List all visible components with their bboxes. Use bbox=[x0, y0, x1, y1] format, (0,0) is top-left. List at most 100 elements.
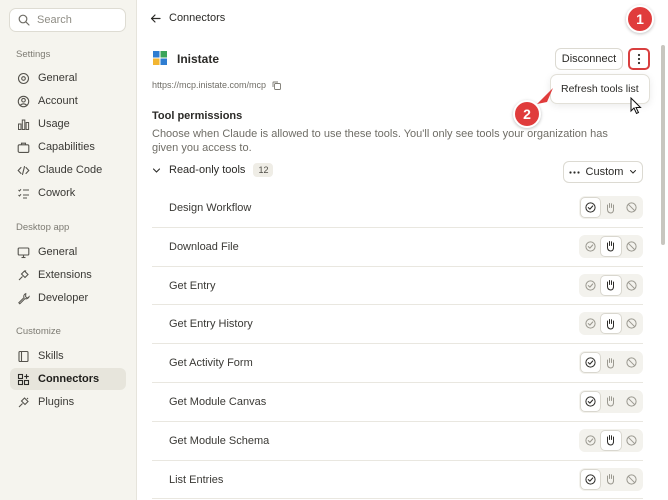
needs-approval-button[interactable] bbox=[601, 353, 620, 372]
tool-row: Design Workflow bbox=[152, 189, 643, 228]
code-icon bbox=[17, 165, 30, 175]
check-circle-icon bbox=[585, 396, 596, 407]
needs-approval-button[interactable] bbox=[601, 198, 620, 217]
always-allow-button[interactable] bbox=[581, 469, 601, 489]
section-label-desktop-app: Desktop app bbox=[16, 222, 70, 233]
grid-plus-icon bbox=[17, 373, 30, 385]
never-allow-button[interactable] bbox=[622, 470, 641, 489]
section-label-settings: Settings bbox=[16, 49, 51, 60]
sidebar-item-connectors[interactable]: Connectors bbox=[10, 368, 126, 390]
always-allow-button[interactable] bbox=[581, 276, 600, 295]
tool-row: Get Activity Form bbox=[152, 344, 643, 383]
read-only-tools-group-toggle[interactable]: Read-only tools 12 bbox=[152, 163, 274, 177]
sidebar-item-usage[interactable]: Usage bbox=[10, 113, 126, 135]
block-icon bbox=[626, 202, 637, 213]
never-allow-button[interactable] bbox=[622, 353, 641, 372]
tool-row: Get Entry bbox=[152, 267, 643, 306]
sidebar-item-capabilities[interactable]: Capabilities bbox=[10, 136, 126, 158]
always-allow-button[interactable] bbox=[581, 198, 601, 217]
hand-icon bbox=[607, 202, 615, 214]
chevron-down-icon bbox=[630, 170, 637, 174]
tool-name: Design Workflow bbox=[169, 202, 252, 214]
needs-approval-button[interactable] bbox=[601, 392, 620, 411]
always-allow-button[interactable] bbox=[581, 431, 600, 450]
hand-icon bbox=[607, 396, 615, 407]
scrollbar[interactable] bbox=[661, 45, 665, 245]
needs-approval-button[interactable] bbox=[601, 236, 621, 256]
permission-mode-dropdown[interactable]: Custom bbox=[563, 161, 643, 183]
more-horizontal-icon bbox=[568, 170, 580, 174]
sidebar: Settings General Account Usage Capabilit… bbox=[0, 0, 137, 500]
tool-name: Get Module Canvas bbox=[169, 395, 267, 408]
step-2-pointer bbox=[537, 88, 553, 104]
sidebar-item-skills[interactable]: Skills bbox=[10, 345, 126, 367]
tool-permission-toggle bbox=[579, 273, 643, 297]
back-label: Connectors bbox=[169, 12, 226, 24]
sidebar-item-label: Claude Code bbox=[38, 164, 103, 176]
never-allow-button[interactable] bbox=[622, 237, 641, 256]
check-circle-icon bbox=[585, 435, 596, 446]
disconnect-button[interactable]: Disconnect bbox=[555, 48, 623, 70]
more-vertical-icon bbox=[637, 53, 641, 65]
sidebar-item-claude-code[interactable]: Claude Code bbox=[10, 159, 126, 181]
sidebar-item-developer[interactable]: Developer bbox=[10, 287, 126, 309]
needs-approval-button[interactable] bbox=[601, 314, 621, 334]
connector-url: https://mcp.inistate.com/mcp bbox=[152, 80, 267, 90]
always-allow-button[interactable] bbox=[581, 314, 600, 333]
block-icon bbox=[626, 318, 637, 329]
never-allow-button[interactable] bbox=[622, 431, 641, 450]
never-allow-button[interactable] bbox=[622, 198, 641, 217]
tool-permission-toggle bbox=[579, 467, 643, 491]
search-icon bbox=[18, 14, 30, 26]
bar-chart-icon bbox=[18, 119, 30, 130]
inistate-logo bbox=[153, 51, 167, 65]
hand-icon bbox=[607, 435, 615, 446]
sidebar-item-extensions[interactable]: Extensions bbox=[10, 264, 126, 286]
block-icon bbox=[626, 279, 637, 291]
sidebar-item-label: Plugins bbox=[38, 396, 75, 408]
tool-permission-toggle bbox=[579, 389, 643, 413]
tool-permission-toggle bbox=[579, 312, 643, 336]
sidebar-item-cowork[interactable]: Cowork bbox=[10, 182, 126, 204]
wrench-icon bbox=[18, 292, 30, 305]
sidebar-item-label: Extensions bbox=[38, 269, 92, 281]
needs-approval-button[interactable] bbox=[601, 430, 621, 450]
tool-permission-toggle bbox=[579, 196, 643, 219]
search-input[interactable] bbox=[37, 14, 117, 26]
hand-icon bbox=[607, 241, 615, 252]
copy-icon[interactable] bbox=[272, 81, 281, 90]
sliders-icon bbox=[17, 72, 30, 84]
connector-url-row: https://mcp.inistate.com/mcp bbox=[152, 80, 281, 90]
needs-approval-button[interactable] bbox=[601, 275, 621, 295]
sidebar-item-desktop-general[interactable]: General bbox=[10, 241, 126, 263]
tool-count-badge: 12 bbox=[253, 163, 274, 177]
user-circle-icon bbox=[17, 95, 30, 107]
book-icon bbox=[18, 350, 29, 362]
always-allow-button[interactable] bbox=[581, 353, 601, 373]
always-allow-button[interactable] bbox=[581, 237, 600, 256]
never-allow-button[interactable] bbox=[622, 392, 641, 411]
hand-icon bbox=[607, 357, 615, 369]
search-box[interactable] bbox=[9, 8, 126, 32]
briefcase-icon bbox=[17, 142, 30, 153]
connector-name: Inistate bbox=[177, 52, 220, 66]
tool-permission-toggle bbox=[579, 428, 643, 452]
monitor-icon bbox=[17, 246, 30, 258]
sidebar-item-label: Capabilities bbox=[38, 141, 95, 153]
sidebar-item-label: Connectors bbox=[38, 373, 100, 385]
more-options-button[interactable] bbox=[628, 48, 650, 70]
main-panel: Connectors Inistate https://mcp.inistate… bbox=[137, 0, 668, 500]
tool-permission-toggle bbox=[579, 234, 643, 258]
chevron-down-icon bbox=[152, 167, 161, 173]
never-allow-button[interactable] bbox=[622, 276, 641, 295]
always-allow-button[interactable] bbox=[581, 391, 601, 411]
needs-approval-button[interactable] bbox=[601, 470, 620, 489]
sidebar-item-general[interactable]: General bbox=[10, 67, 126, 89]
sidebar-item-plugins[interactable]: Plugins bbox=[10, 391, 126, 413]
tool-permissions-description: Choose when Claude is allowed to use the… bbox=[152, 128, 608, 154]
tool-name: List Entries bbox=[169, 473, 224, 486]
plug-icon bbox=[18, 396, 29, 407]
never-allow-button[interactable] bbox=[622, 314, 641, 333]
back-to-connectors-link[interactable]: Connectors bbox=[150, 12, 225, 24]
sidebar-item-account[interactable]: Account bbox=[10, 90, 126, 112]
